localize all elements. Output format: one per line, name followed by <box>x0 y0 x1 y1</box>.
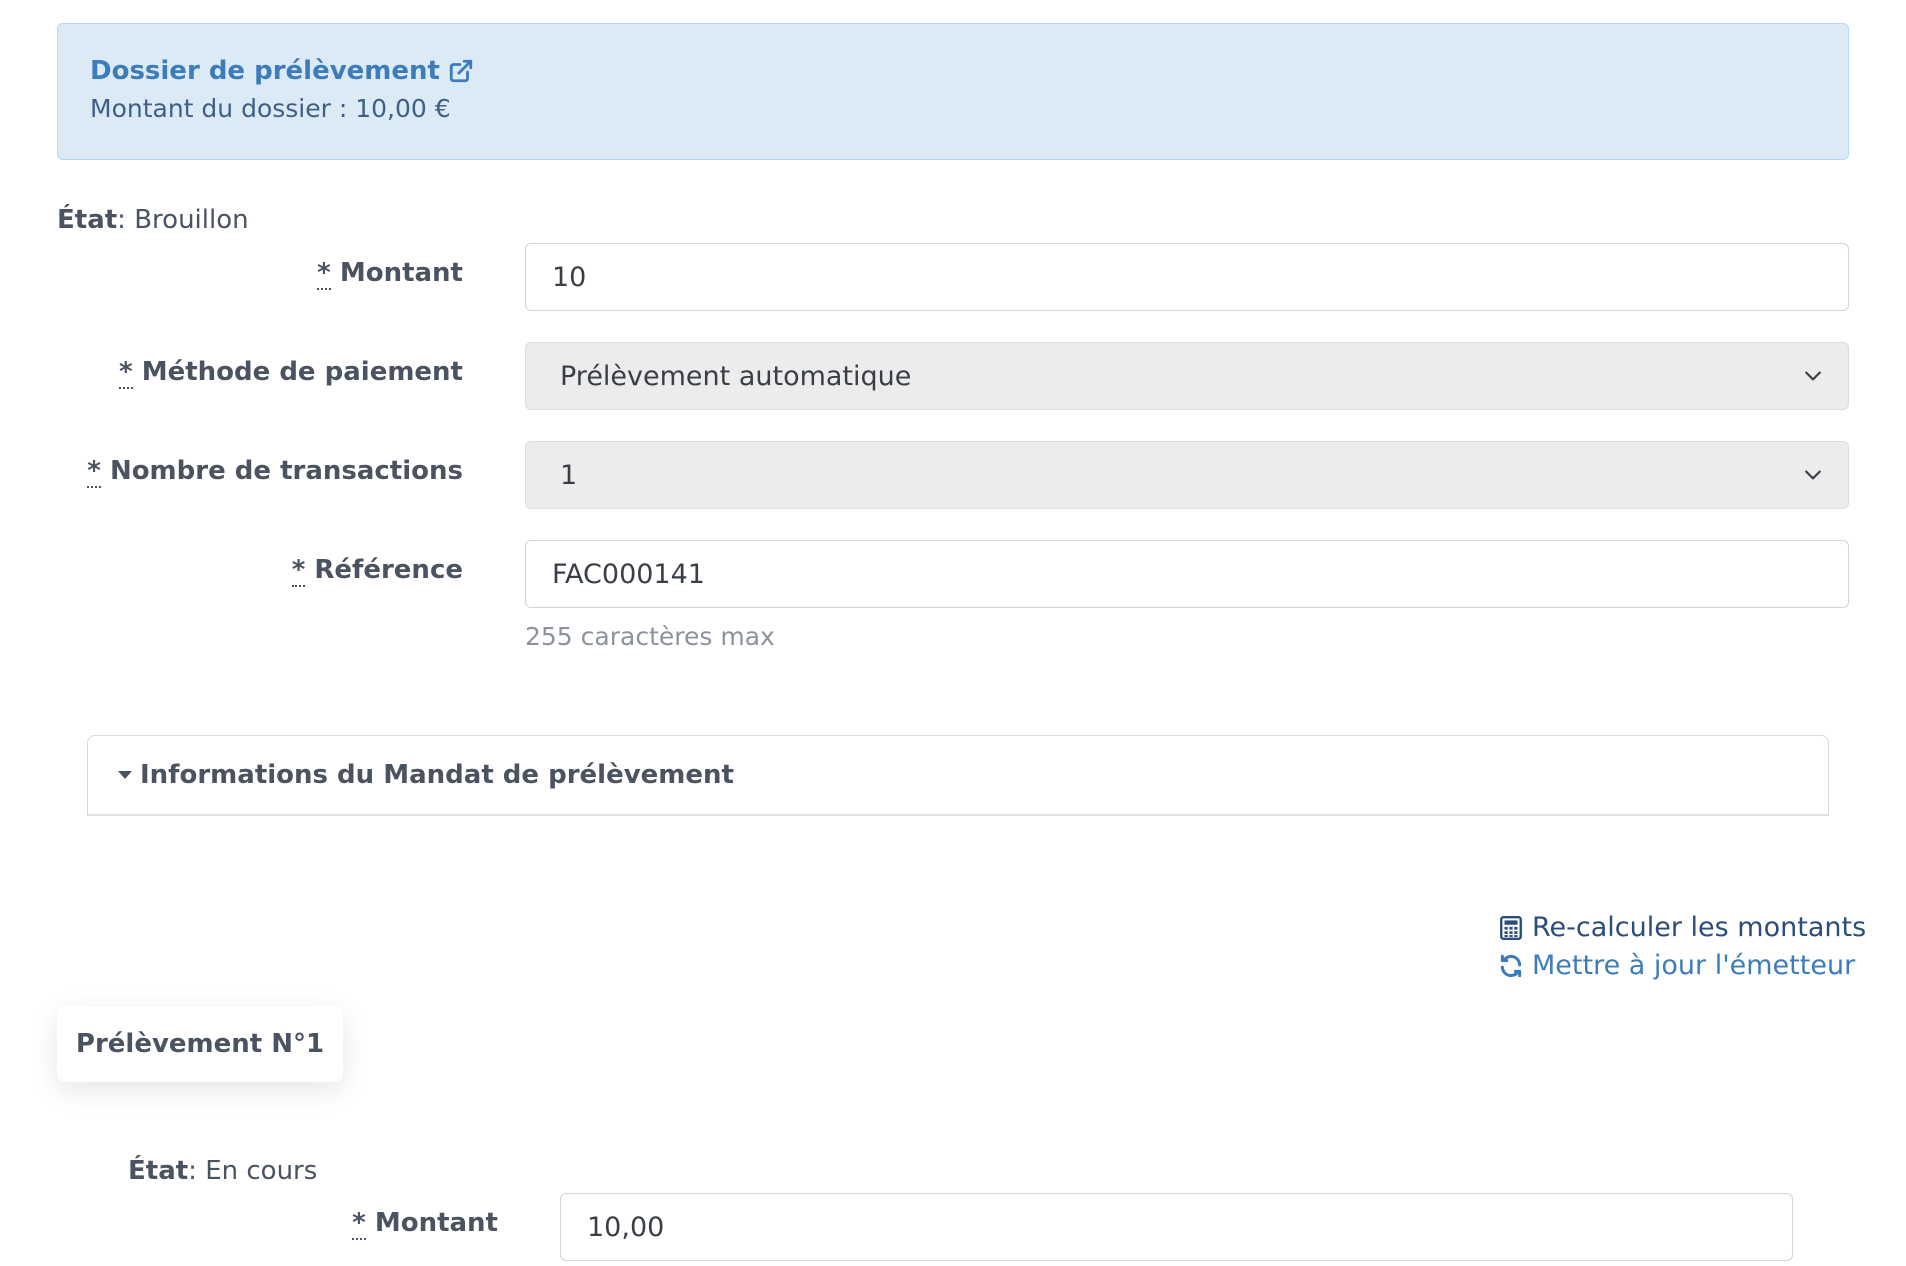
mandat-panel-header[interactable]: Informations du Mandat de prélèvement <box>87 735 1829 816</box>
reference-value: FAC000141 <box>552 558 705 590</box>
montant-input[interactable]: 10 <box>525 243 1849 311</box>
etat-label: État <box>57 205 118 235</box>
sub-montant-value: 10,00 <box>587 1211 665 1243</box>
chevron-down-icon <box>1805 470 1821 480</box>
refresh-icon <box>1500 954 1522 977</box>
sub-etat-label: État <box>128 1156 189 1186</box>
required-mark: * <box>119 357 133 389</box>
reference-label: * Référence <box>291 555 463 587</box>
sub-etat-value: En cours <box>205 1156 318 1186</box>
montant-value: 10 <box>552 261 587 293</box>
etat-line: État: Brouillon <box>57 205 249 235</box>
calculator-icon <box>1500 915 1522 940</box>
page: Dossier de prélèvement Montant du dossie… <box>0 0 1906 1266</box>
update-emitter-label: Mettre à jour l'émetteur <box>1532 950 1856 981</box>
required-mark: * <box>291 555 306 587</box>
sub-etat-line: État: En cours <box>128 1156 318 1186</box>
transactions-select[interactable]: 1 <box>525 441 1849 509</box>
required-mark: * <box>87 456 101 488</box>
update-emitter-link[interactable]: Mettre à jour l'émetteur <box>1498 950 1855 981</box>
etat-value: Brouillon <box>134 205 249 235</box>
methode-select[interactable]: Prélèvement automatique <box>525 342 1849 410</box>
required-mark: * <box>317 258 331 290</box>
transactions-label-text: Nombre de transactions <box>109 456 463 486</box>
dossier-alert: Dossier de prélèvement Montant du dossie… <box>57 23 1849 160</box>
reference-label-text: Référence <box>314 555 463 585</box>
tab-prelevement-1[interactable]: Prélèvement N°1 <box>57 1006 343 1082</box>
sub-montant-input[interactable]: 10,00 <box>560 1193 1793 1261</box>
methode-label: * Méthode de paiement <box>119 357 463 389</box>
reference-help: 255 caractères max <box>525 622 775 651</box>
mandat-panel-title: Informations du Mandat de prélèvement <box>140 760 734 790</box>
chevron-down-icon <box>1805 371 1821 381</box>
tab-prelevement-1-label: Prélèvement N°1 <box>75 1029 325 1059</box>
recalculate-amounts-label: Re-calculer les montants <box>1532 912 1867 943</box>
methode-label-text: Méthode de paiement <box>141 357 463 387</box>
montant-label-text: Montant <box>339 258 463 288</box>
sub-montant-label: * Montant <box>352 1208 498 1240</box>
external-link-icon <box>449 59 473 83</box>
transactions-label: * Nombre de transactions <box>87 456 463 488</box>
reference-input[interactable]: FAC000141 <box>525 540 1849 608</box>
dossier-amount: Montant du dossier : 10,00 € <box>90 94 451 123</box>
caret-down-icon <box>118 771 132 779</box>
sub-montant-label-text: Montant <box>374 1208 498 1238</box>
methode-value: Prélèvement automatique <box>560 360 912 392</box>
dossier-link-label: Dossier de prélèvement <box>90 56 440 86</box>
montant-label: * Montant <box>317 258 463 290</box>
required-mark: * <box>352 1208 366 1240</box>
recalculate-amounts-link[interactable]: Re-calculer les montants <box>1498 912 1866 943</box>
dossier-link[interactable]: Dossier de prélèvement <box>90 54 474 88</box>
transactions-value: 1 <box>560 459 578 491</box>
